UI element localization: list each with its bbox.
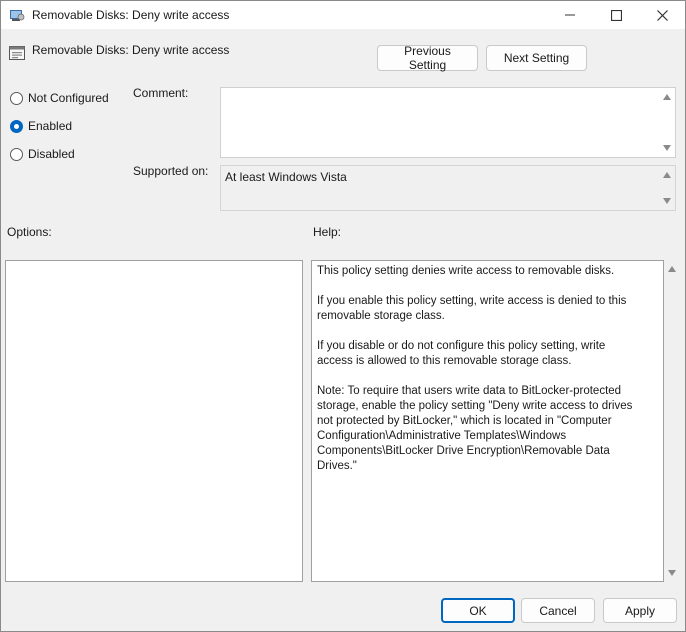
help-paragraph: If you disable or do not configure this … — [317, 340, 606, 367]
scroll-down-icon[interactable] — [668, 570, 676, 576]
comment-scrollbar[interactable] — [660, 88, 675, 157]
ok-button[interactable]: OK — [441, 598, 515, 623]
scroll-up-icon[interactable] — [663, 172, 671, 178]
scroll-down-icon[interactable] — [663, 145, 671, 151]
title-bar: Removable Disks: Deny write access — [1, 1, 685, 29]
supported-on-value: At least Windows Vista — [225, 170, 347, 184]
comment-label: Comment: — [133, 86, 189, 100]
maximize-button[interactable] — [593, 1, 639, 29]
close-icon — [656, 9, 668, 21]
comment-field[interactable] — [220, 87, 676, 158]
next-setting-button[interactable]: Next Setting — [486, 45, 587, 71]
help-label: Help: — [313, 225, 342, 239]
radio-label: Enabled — [28, 119, 73, 133]
radio-button[interactable] — [10, 119, 23, 133]
options-panel — [5, 260, 303, 582]
policy-setting-icon — [8, 44, 26, 62]
scroll-up-icon[interactable] — [668, 266, 676, 272]
group-policy-icon — [9, 7, 25, 23]
radio-button[interactable] — [10, 91, 23, 105]
help-paragraph: Note: To require that users write data t… — [317, 385, 633, 472]
maximize-icon — [610, 9, 622, 21]
radio-disabled[interactable]: Disabled — [10, 147, 75, 161]
radio-label: Not Configured — [28, 91, 109, 105]
previous-setting-button[interactable]: Previous Setting — [377, 44, 478, 72]
supported-scrollbar[interactable] — [660, 166, 675, 210]
minimize-button[interactable] — [547, 1, 593, 29]
help-paragraph: If you enable this policy setting, write… — [317, 295, 627, 322]
policy-title: Removable Disks: Deny write access — [32, 43, 230, 57]
help-panel: This policy setting denies write access … — [311, 260, 664, 582]
radio-enabled[interactable]: Enabled — [10, 119, 72, 133]
cancel-button[interactable]: Cancel — [521, 598, 595, 623]
policy-dialog: Removable Disks: Deny write access Remov… — [0, 0, 686, 632]
radio-button[interactable] — [10, 147, 23, 161]
help-scrollbar[interactable] — [665, 260, 680, 582]
close-button[interactable] — [639, 1, 685, 29]
options-label: Options: — [7, 225, 52, 239]
radio-label: Disabled — [28, 147, 75, 161]
help-paragraph: This policy setting denies write access … — [317, 265, 615, 277]
help-text: This policy setting denies write access … — [317, 264, 643, 489]
radio-not-configured[interactable]: Not Configured — [10, 91, 109, 105]
window-title: Removable Disks: Deny write access — [32, 8, 230, 22]
apply-button[interactable]: Apply — [603, 598, 677, 623]
minimize-icon — [565, 14, 575, 16]
supported-on-field: At least Windows Vista — [220, 165, 676, 211]
scroll-down-icon[interactable] — [663, 198, 671, 204]
supported-on-label: Supported on: — [133, 164, 209, 178]
scroll-up-icon[interactable] — [663, 94, 671, 100]
